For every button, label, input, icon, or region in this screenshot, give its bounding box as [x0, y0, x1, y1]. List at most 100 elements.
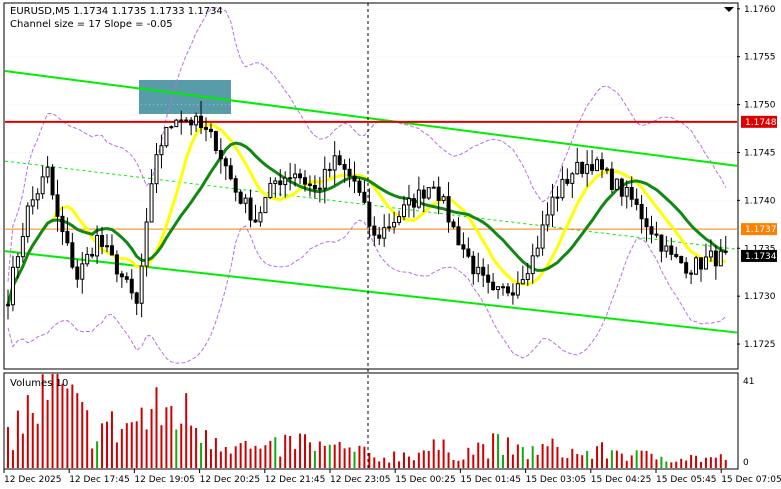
candle-body	[466, 248, 471, 257]
candle-body	[520, 279, 525, 285]
channel-info: Channel size = 17 Slope = -0.05	[10, 19, 173, 30]
candle-body	[382, 227, 387, 239]
candle-body	[60, 215, 65, 233]
candle-body	[218, 150, 223, 160]
candle-body	[149, 183, 154, 223]
candle-body	[377, 234, 382, 239]
candle-body	[505, 286, 510, 294]
candle-body	[114, 254, 119, 275]
symbol-info: EURUSD,M5 1.1734 1.1735 1.1733 1.1734	[10, 6, 223, 17]
candle-body	[372, 225, 377, 236]
candle-body	[15, 256, 20, 268]
candle-body	[154, 154, 159, 185]
candle-body	[307, 183, 312, 186]
candle-body	[105, 245, 109, 248]
y-tick-label-3: 1.1745	[744, 148, 776, 158]
candle-body	[273, 180, 278, 184]
candle-body	[332, 155, 337, 171]
x-tick-label-2: 12 Dec 19:05	[134, 475, 195, 485]
candle-body	[654, 233, 659, 236]
candle-body	[248, 197, 253, 221]
x-tick-label-11: 15 Dec 07:05	[721, 475, 781, 485]
candle-body	[421, 189, 426, 199]
x-tick-label-8: 15 Dec 03:05	[526, 475, 587, 485]
candle-body	[664, 245, 669, 252]
candle-body	[600, 159, 604, 170]
candle-body	[481, 266, 486, 276]
candle-body	[679, 256, 684, 264]
supply-zone-box	[139, 80, 231, 114]
candle-body	[540, 224, 545, 249]
candle-body	[70, 242, 75, 268]
candle-body	[575, 161, 580, 175]
candle-body	[669, 245, 674, 255]
candle-body	[530, 255, 535, 275]
candle-body	[90, 253, 95, 257]
candle-body	[342, 164, 347, 170]
candle-body	[164, 127, 169, 147]
candle-body	[595, 159, 600, 172]
x-tick-label-0: 12 Dec 2025	[4, 475, 62, 485]
candle-body	[100, 235, 105, 247]
candle-body	[486, 274, 491, 283]
candle-body	[95, 235, 100, 257]
candle-body	[40, 176, 45, 195]
candle-body	[223, 158, 228, 167]
x-tick-label-7: 15 Dec 01:45	[460, 475, 521, 485]
candle-body	[659, 234, 664, 252]
candle-body	[649, 226, 654, 235]
x-tick-label-10: 15 Dec 05:45	[656, 475, 717, 485]
candle-body	[357, 180, 362, 193]
x-tick-label-9: 15 Dec 04:25	[591, 475, 652, 485]
candle-body	[25, 205, 30, 237]
candle-body	[431, 186, 436, 189]
candle-body	[501, 286, 505, 289]
candle-body	[406, 198, 411, 206]
candle-body	[545, 214, 550, 226]
candle-body	[347, 168, 352, 177]
candle-body	[723, 250, 728, 253]
candle-body	[109, 245, 114, 256]
candle-body	[619, 178, 624, 197]
candle-body	[199, 115, 204, 129]
candle-body	[550, 196, 555, 216]
candle-body	[243, 197, 248, 204]
candle-body	[159, 145, 164, 156]
candle-body	[441, 196, 446, 201]
candle-body	[456, 226, 461, 246]
candle-body	[238, 191, 243, 204]
candle-body	[535, 247, 540, 257]
candle-body	[213, 131, 218, 152]
candle-body	[30, 199, 35, 207]
candle-body	[189, 119, 194, 126]
candle-body	[570, 173, 575, 184]
candle-body	[471, 255, 476, 275]
candle-body	[208, 128, 213, 133]
y-tick-label-0: 1.1760	[744, 5, 776, 15]
x-tick-label-1: 12 Dec 17:45	[69, 475, 130, 485]
x-tick-label-4: 12 Dec 21:45	[265, 475, 326, 485]
candle-body	[515, 283, 520, 296]
candle-body	[303, 177, 307, 185]
candle-body	[337, 155, 342, 166]
candle-body	[555, 196, 560, 199]
volume-title: Volumes 10	[10, 378, 68, 389]
candle-body	[402, 204, 406, 218]
price-tag-label-2: 1.1734	[745, 252, 777, 262]
candle-body	[510, 292, 515, 296]
candle-body	[491, 281, 496, 291]
candle-body	[446, 196, 451, 223]
candle-body	[20, 235, 25, 258]
volume-max-label: 41	[743, 377, 754, 387]
candle-body	[119, 273, 124, 278]
candle-body	[426, 187, 431, 199]
candle-body	[624, 186, 629, 197]
candle-body	[411, 198, 416, 208]
candle-body	[392, 221, 397, 228]
candle-body	[322, 168, 327, 189]
y-tick-label-2: 1.1750	[744, 101, 776, 111]
price-tags: 1.1748 1.1737 1.1734	[741, 115, 777, 262]
candle-body	[184, 119, 189, 122]
candle-body	[55, 194, 60, 217]
candle-body	[585, 164, 590, 174]
